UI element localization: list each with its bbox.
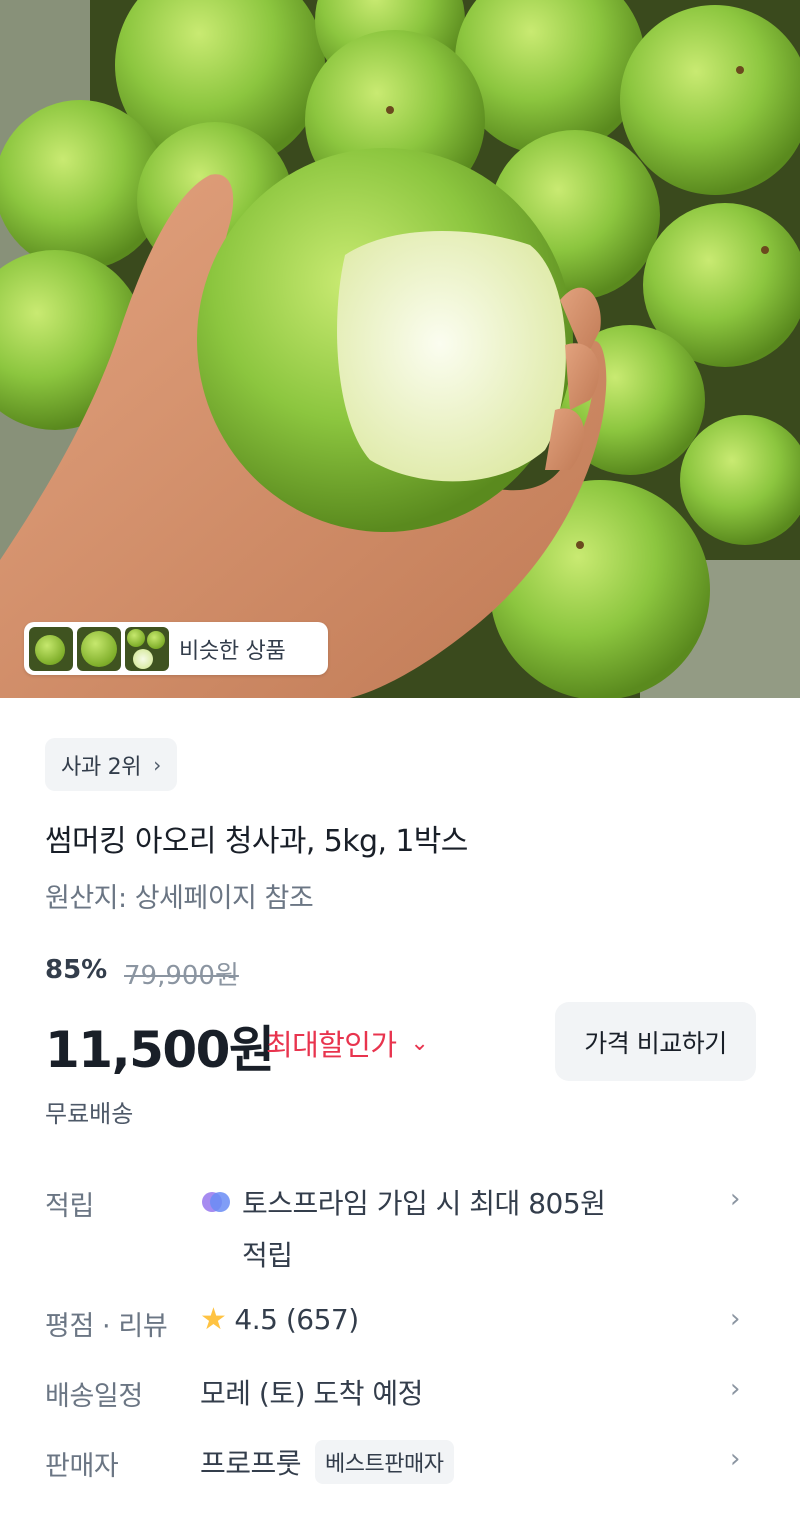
similar-products-label: 비슷한 상품 [179, 638, 286, 664]
reward-value: 토스프라임 가입 시 최대 805원 [200, 1182, 606, 1222]
delivery-label: 배송일정 [45, 1381, 143, 1412]
discount-percent: 85% [45, 955, 108, 985]
product-title: 썸머킹 아오리 청사과, 5kg, 1박스 [45, 824, 468, 859]
original-price: 79,900원 [124, 961, 239, 991]
seller-value-wrap: 프로프룻 베스트판매자 [200, 1440, 454, 1484]
seller-label: 판매자 [45, 1451, 119, 1482]
chevron-right-icon: › [730, 1444, 741, 1474]
delivery-value: 모레 (토) 도착 예정 [200, 1377, 423, 1410]
chevron-right-icon: › [153, 752, 161, 777]
toss-prime-icon [200, 1189, 232, 1215]
compare-price-button[interactable]: 가격 비교하기 [555, 1002, 756, 1081]
rating-value-wrap: ★ 4.5 (657) [200, 1302, 359, 1337]
category-rank-chip[interactable]: 사과 2위 › [45, 738, 177, 791]
star-icon: ★ [200, 1302, 227, 1337]
chevron-down-icon: ⌄ [410, 1030, 429, 1056]
max-discount-label: 최대할인가 [266, 1028, 397, 1062]
reward-value-line2: 적립 [242, 1239, 293, 1272]
product-origin: 원산지: 상세페이지 참조 [45, 883, 314, 914]
similar-thumb-3 [125, 626, 169, 671]
seller-name: 프로프룻 [200, 1447, 302, 1480]
chevron-right-icon: › [730, 1184, 741, 1214]
similar-thumb-2 [77, 626, 121, 671]
sale-price: 11,500원 [45, 1021, 275, 1079]
green-apples-photo [0, 0, 800, 698]
best-seller-badge: 베스트판매자 [315, 1440, 454, 1484]
shipping-info: 무료배송 [45, 1100, 134, 1128]
chevron-right-icon: › [730, 1374, 741, 1404]
max-discount-toggle[interactable]: 최대할인가 ⌄ [266, 1022, 429, 1064]
product-image[interactable]: 비슷한 상품 [0, 0, 800, 698]
rating-value: 4.5 (657) [234, 1303, 359, 1336]
chevron-right-icon: › [730, 1304, 741, 1334]
rating-label: 평점 · 리뷰 [45, 1311, 168, 1342]
reward-label: 적립 [45, 1191, 94, 1222]
similar-products-button[interactable]: 비슷한 상품 [24, 622, 328, 675]
reward-value-line1: 토스프라임 가입 시 최대 805원 [242, 1187, 606, 1220]
category-rank-label: 사과 2위 [61, 754, 142, 780]
similar-thumb-1 [29, 626, 73, 671]
